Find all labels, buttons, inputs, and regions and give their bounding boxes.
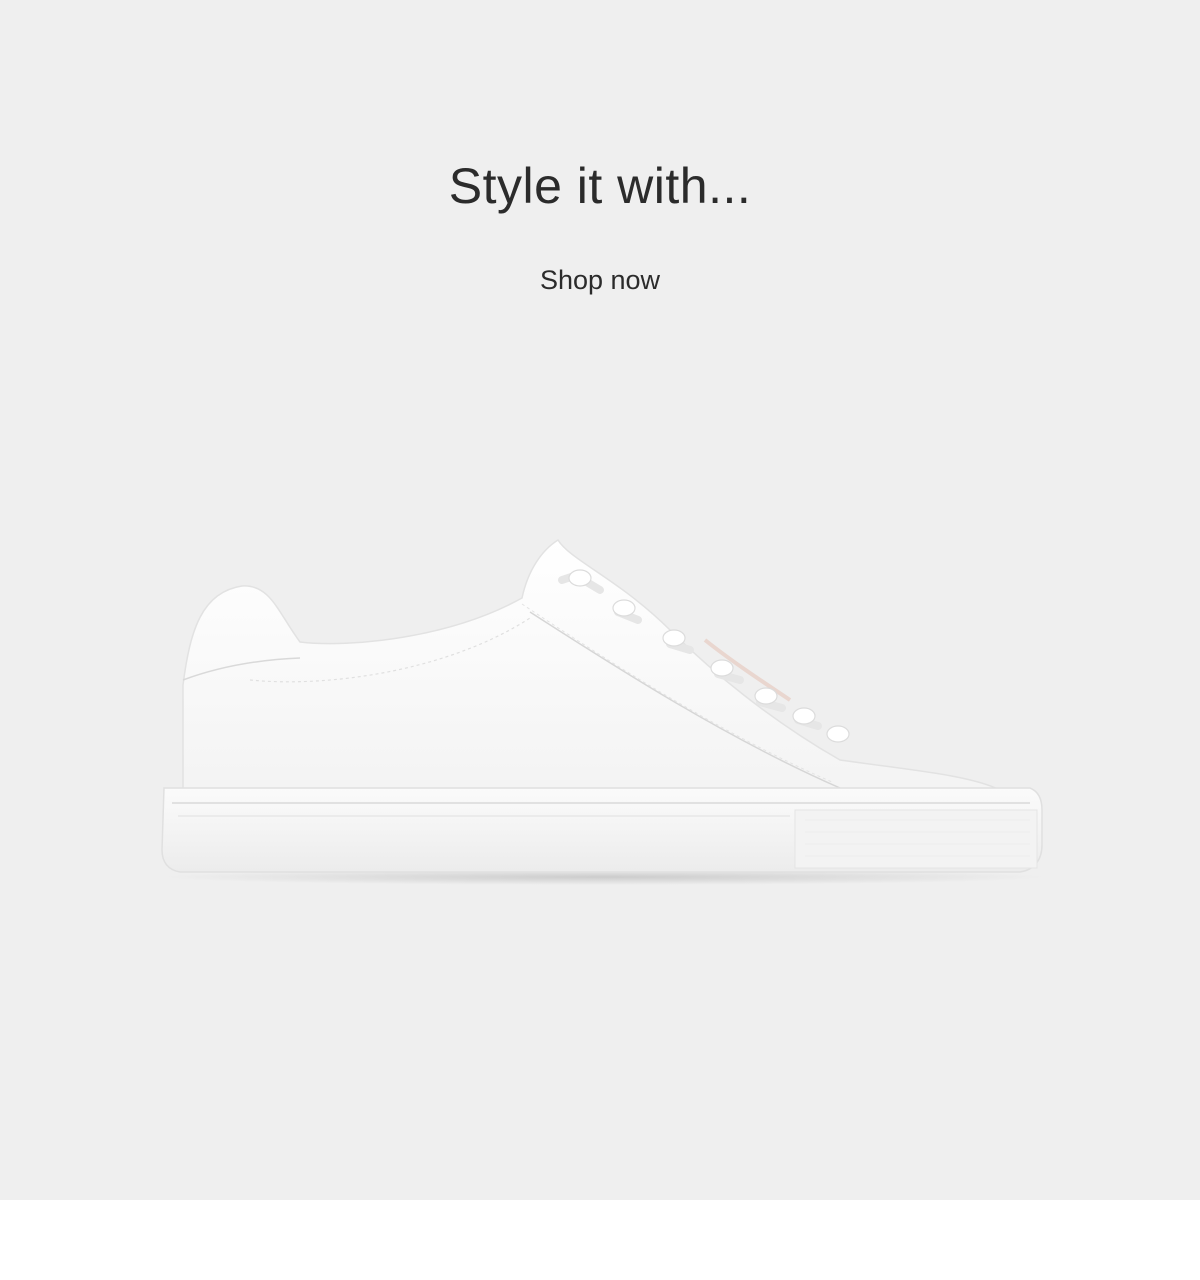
white-leather-sneaker-icon[interactable] <box>150 520 1060 900</box>
page-footer-area <box>0 1200 1200 1280</box>
banner-headline: Style it with... <box>448 158 752 214</box>
promo-banner: Style it with... Shop now <box>0 0 1200 1200</box>
shop-now-link[interactable]: Shop now <box>500 258 700 302</box>
